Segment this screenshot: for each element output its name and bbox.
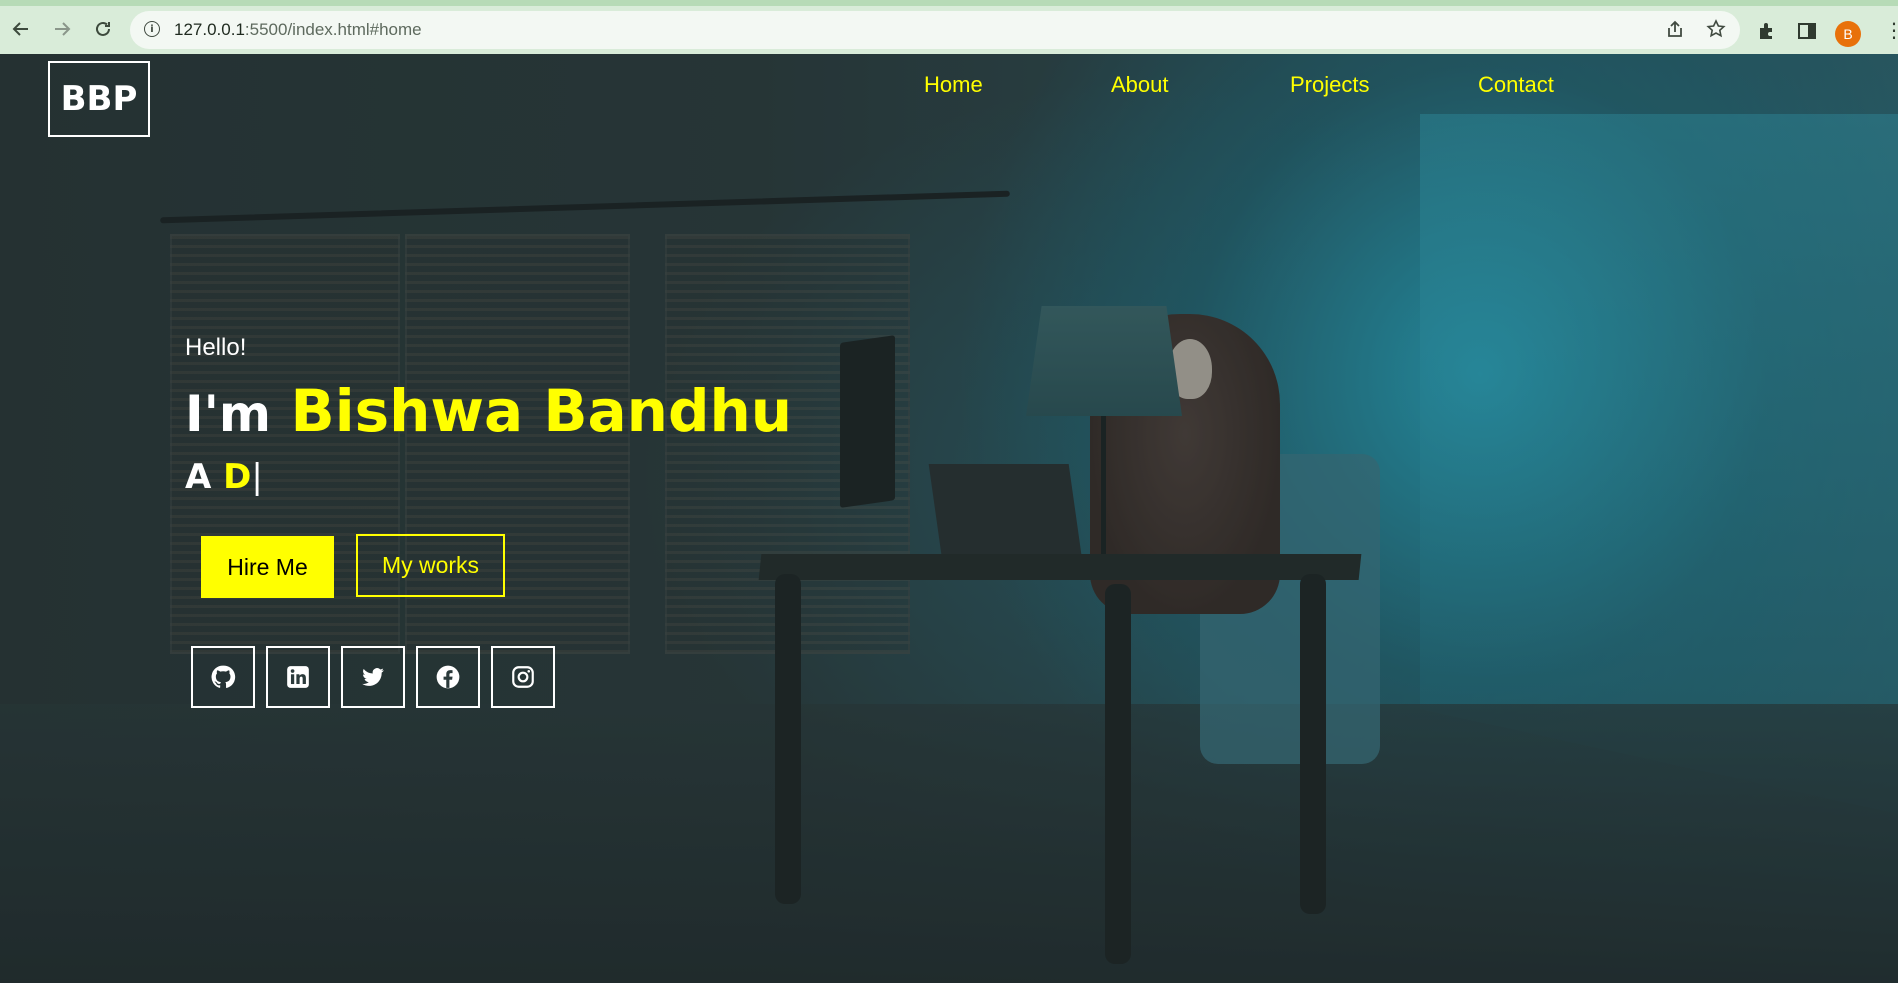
- twitter-link[interactable]: [341, 646, 405, 708]
- github-icon: [211, 665, 236, 688]
- address-bar[interactable]: i 127.0.0.1:5500/index.html#home: [130, 11, 1740, 49]
- bookmark-star-icon[interactable]: [1706, 19, 1726, 44]
- hero-section: BBP Home About Projects Contact Hello! I…: [0, 54, 1898, 983]
- twitter-icon: [362, 668, 384, 686]
- reload-icon[interactable]: [90, 16, 116, 42]
- browser-toolbar: i 127.0.0.1:5500/index.html#home B ⋮: [0, 0, 1898, 54]
- extensions-icon[interactable]: [1757, 21, 1777, 46]
- typed-role: A D|: [185, 457, 263, 497]
- share-icon[interactable]: [1665, 19, 1685, 44]
- nav-projects[interactable]: Projects: [1290, 72, 1369, 98]
- typed-prefix: A: [185, 457, 212, 497]
- instagram-icon: [512, 666, 534, 688]
- nav-about[interactable]: About: [1111, 72, 1169, 98]
- hero-intro: I'm: [185, 385, 272, 443]
- url-path: :5500/index.html#home: [244, 20, 422, 39]
- side-panel-icon[interactable]: [1797, 21, 1817, 46]
- site-logo[interactable]: BBP: [48, 61, 150, 137]
- back-icon[interactable]: [8, 16, 34, 42]
- github-link[interactable]: [191, 646, 255, 708]
- my-works-button[interactable]: My works: [356, 534, 505, 597]
- hero-greeting: Hello!: [185, 334, 247, 361]
- forward-icon[interactable]: [49, 16, 75, 42]
- instagram-link[interactable]: [491, 646, 555, 708]
- profile-avatar[interactable]: B: [1835, 21, 1861, 47]
- url-host: 127.0.0.1: [174, 20, 245, 39]
- hire-me-button[interactable]: Hire Me: [201, 536, 334, 598]
- facebook-link[interactable]: [416, 646, 480, 708]
- menu-kebab-icon[interactable]: ⋮: [1884, 20, 1898, 40]
- nav-home[interactable]: Home: [924, 72, 983, 98]
- linkedin-icon: [287, 666, 309, 688]
- site-info-icon[interactable]: i: [144, 21, 160, 37]
- linkedin-link[interactable]: [266, 646, 330, 708]
- background-overlay: [0, 54, 1898, 983]
- typed-text: D: [223, 457, 252, 497]
- nav-contact[interactable]: Contact: [1478, 72, 1554, 98]
- hero-name: Bishwa Bandhu: [290, 377, 793, 445]
- hero-headline: I'm Bishwa Bandhu: [185, 377, 792, 445]
- facebook-icon: [436, 665, 460, 689]
- typing-cursor: |: [251, 457, 263, 497]
- url-text[interactable]: 127.0.0.1:5500/index.html#home: [174, 20, 422, 40]
